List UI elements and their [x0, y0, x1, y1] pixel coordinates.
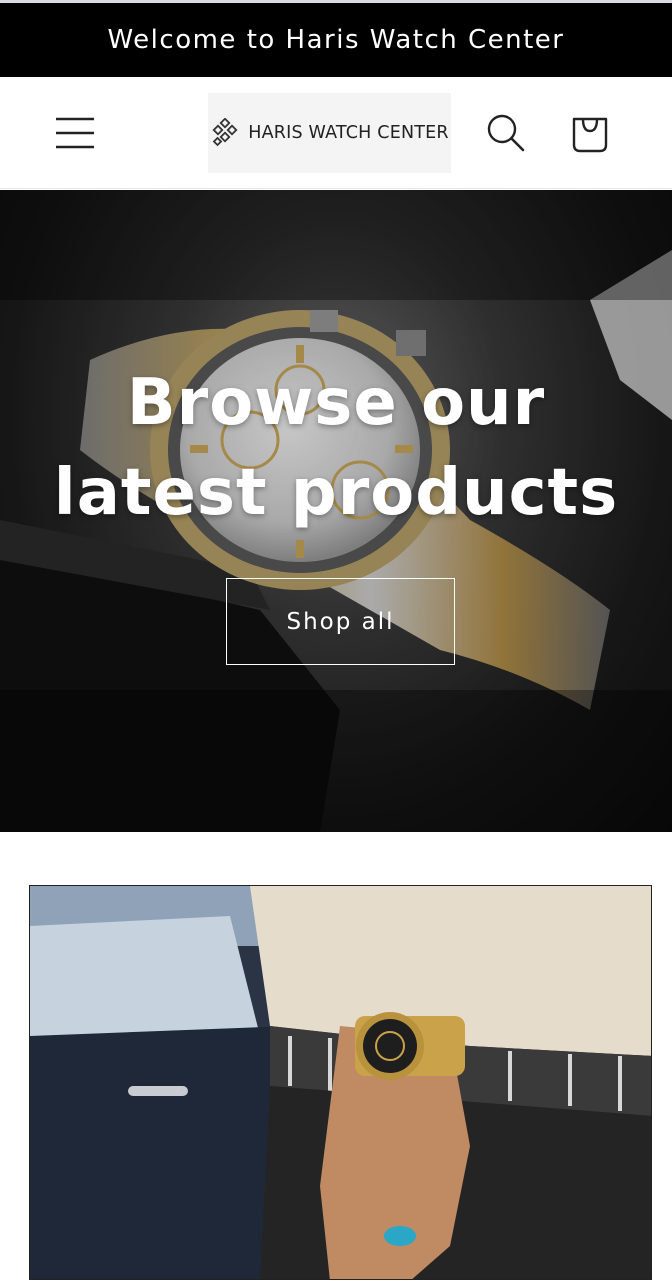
hero-banner: Browse our latest products Shop all [0, 190, 672, 832]
announcement-text: Welcome to Haris Watch Center [107, 25, 565, 55]
announcement-bar: Welcome to Haris Watch Center [0, 0, 672, 77]
logo-mark-icon [212, 118, 238, 147]
featured-image[interactable] [29, 885, 652, 1280]
logo-text: HARIS WATCH CENTER [248, 123, 449, 143]
site-header: HARIS WATCH CENTER [0, 77, 672, 189]
shop-all-button[interactable]: Shop all [226, 578, 455, 665]
cart-icon[interactable] [566, 109, 614, 157]
search-icon[interactable] [482, 109, 530, 157]
hero-heading-line-1: Browse our [126, 366, 546, 440]
hero-heading-line-2: latest products [53, 456, 619, 530]
hero-heading: Browse our latest products [0, 358, 672, 538]
wrist-watch-photo [30, 886, 651, 1279]
store-logo[interactable]: HARIS WATCH CENTER [208, 93, 451, 173]
hamburger-menu-icon[interactable] [50, 107, 102, 159]
